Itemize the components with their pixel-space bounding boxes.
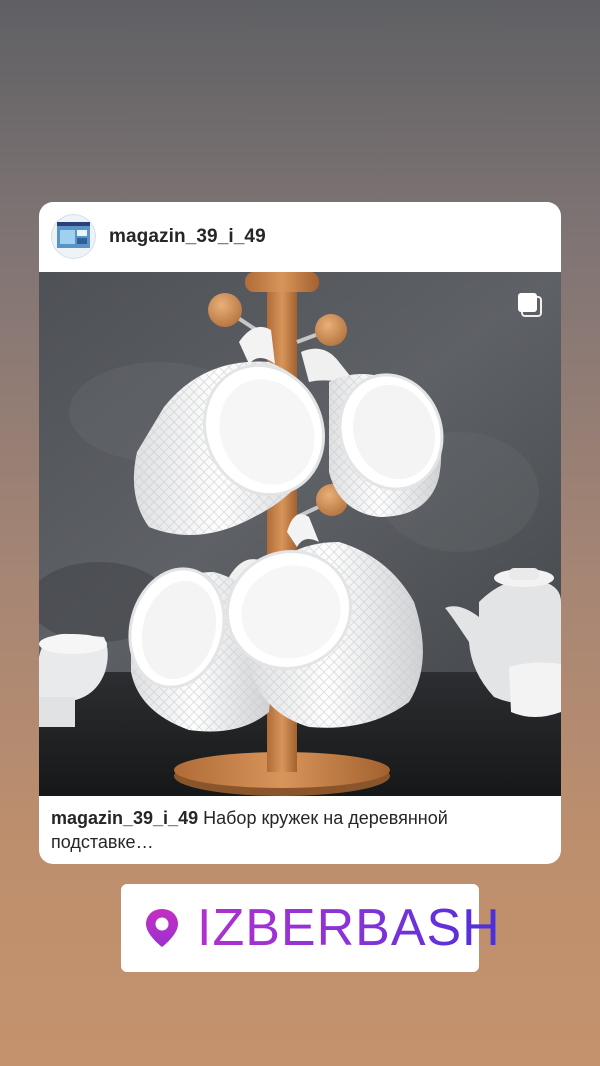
- post-caption: magazin_39_i_49 Набор кружек на деревянн…: [51, 806, 551, 854]
- location-label: IZBERBASH: [197, 899, 501, 957]
- post-header: magazin_39_i_49: [39, 202, 561, 272]
- post-username[interactable]: magazin_39_i_49: [109, 226, 266, 248]
- caption-username[interactable]: magazin_39_i_49: [51, 808, 198, 828]
- profile-avatar[interactable]: [51, 214, 96, 259]
- location-pin-icon: [144, 908, 180, 948]
- post-photo[interactable]: [39, 272, 561, 796]
- location-sticker[interactable]: IZBERBASH: [121, 884, 500, 972]
- shared-post-card[interactable]: magazin_39_i_49 magazin_39_i_49 Набор кр…: [39, 202, 561, 864]
- multiple-photos-icon: [517, 292, 543, 318]
